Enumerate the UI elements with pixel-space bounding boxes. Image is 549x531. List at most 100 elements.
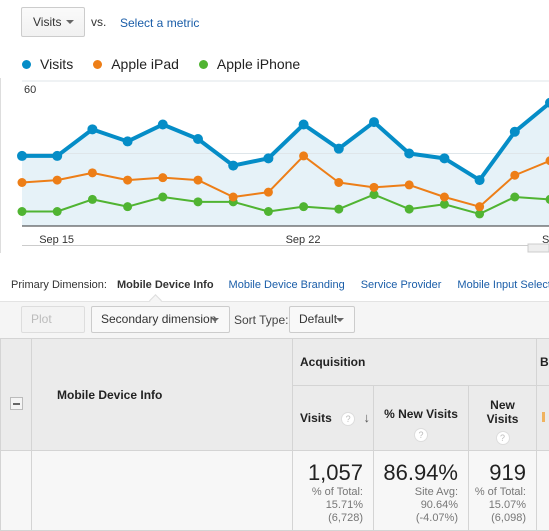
data-point-visits [193, 134, 203, 144]
summary-visits: 1,057 % of Total: 15.71% (6,728) [293, 451, 374, 531]
data-point-visits [439, 153, 449, 163]
data-point-visits [263, 153, 273, 163]
summary-sub: (6,728) [294, 512, 363, 525]
summary-behavior [537, 451, 549, 531]
chevron-down-icon [336, 318, 344, 322]
acquisition-group-header: Acquisition [293, 339, 537, 386]
data-point-visits [510, 127, 520, 137]
plot-rows-button[interactable]: Plot Rows [21, 306, 85, 333]
col-header-visits[interactable]: Visits ? ↓ [293, 386, 374, 451]
summary-value: 1,057 [294, 460, 363, 486]
summary-label-cell [32, 451, 293, 531]
data-point-apple-ipad [370, 183, 379, 192]
data-point-apple-ipad [123, 176, 132, 185]
data-point-apple-iphone [405, 205, 414, 214]
data-point-visits [87, 124, 97, 134]
chevron-down-icon [66, 20, 74, 24]
summary-new-visits: 919 % of Total: 15.07% (6,098) [469, 451, 537, 531]
line-chart: 3060Sep 15Sep 22Se [0, 78, 549, 253]
data-point-apple-ipad [158, 173, 167, 182]
collapse-cell [1, 339, 32, 451]
legend-item-apple-iphone[interactable]: Apple iPhone [199, 56, 300, 72]
legend-label: Apple iPad [111, 56, 179, 72]
data-point-apple-ipad [440, 193, 449, 202]
x-tick-label: Sep 15 [39, 234, 74, 246]
data-point-apple-iphone [18, 207, 27, 216]
col-header-new-visits[interactable]: New Visits ? [469, 386, 537, 451]
data-point-apple-ipad [88, 168, 97, 177]
data-point-apple-iphone [510, 193, 519, 202]
col-header-label: New Visits [483, 398, 523, 426]
sort-type-dropdown[interactable]: Default [289, 306, 355, 333]
data-point-apple-ipad [405, 180, 414, 189]
data-point-apple-ipad [18, 178, 27, 187]
data-point-visits [475, 175, 485, 185]
chart-legend: Visits Apple iPad Apple iPhone [22, 56, 320, 72]
dimension-link-mobile-device-branding[interactable]: Mobile Device Branding [229, 279, 345, 291]
data-point-apple-iphone [53, 207, 62, 216]
legend-item-apple-ipad[interactable]: Apple iPad [93, 56, 179, 72]
summary-sub: (-4.07%) [375, 512, 458, 525]
data-point-apple-ipad [510, 171, 519, 180]
data-point-visits [404, 149, 414, 159]
data-point-visits [299, 120, 309, 130]
data-point-apple-ipad [229, 193, 238, 202]
data-table: Mobile Device Info Acquisition B Visits … [0, 338, 549, 531]
summary-value: 919 [470, 460, 526, 486]
data-point-apple-ipad [299, 151, 308, 160]
primary-dimension-bar: Primary Dimension: Mobile Device Info Mo… [11, 279, 549, 291]
data-point-visits [52, 151, 62, 161]
secondary-dimension-dropdown[interactable]: Secondary dimension [91, 306, 230, 333]
select-metric-link[interactable]: Select a metric [120, 16, 199, 30]
data-point-apple-iphone [299, 202, 308, 211]
summary-sub: 15.07% [470, 499, 526, 512]
data-point-visits [334, 144, 344, 154]
legend-item-visits[interactable]: Visits [22, 56, 73, 72]
data-point-apple-iphone [264, 207, 273, 216]
data-point-apple-ipad [194, 176, 203, 185]
help-icon[interactable]: ? [341, 412, 355, 426]
dimension-link-mobile-input-selector[interactable]: Mobile Input Selector [457, 279, 549, 291]
legend-label: Visits [40, 56, 73, 72]
x-tick-label: Sep 22 [286, 234, 321, 246]
dimension-tab-mobile-device-info[interactable]: Mobile Device Info [117, 279, 214, 291]
data-point-visits [369, 117, 379, 127]
vs-label: vs. [91, 15, 106, 29]
chart-scrollbar[interactable] [528, 244, 549, 252]
behavior-col-header [537, 386, 549, 451]
summary-spacer [1, 451, 32, 531]
summary-sub: Site Avg: [375, 486, 458, 499]
legend-dot-icon [22, 60, 31, 69]
data-point-apple-iphone [194, 197, 203, 206]
summary-pct-new-visits: 86.94% Site Avg: 90.64% (-4.07%) [374, 451, 469, 531]
data-point-apple-ipad [334, 178, 343, 187]
legend-label: Apple iPhone [217, 56, 300, 72]
data-point-visits [228, 161, 238, 171]
col-header-label: % New Visits [375, 407, 467, 421]
series-area-visits [22, 103, 549, 226]
secondary-dimension-label: Secondary dimension [101, 312, 216, 326]
y-tick-label: 60 [24, 84, 36, 96]
help-icon[interactable]: ? [496, 431, 510, 445]
legend-dot-icon [93, 60, 102, 69]
sort-type-value: Default [299, 312, 337, 326]
summary-value: 86.94% [375, 460, 458, 486]
col-header-pct-new-visits[interactable]: % New Visits ? [374, 386, 469, 451]
collapse-icon[interactable] [10, 397, 23, 410]
sort-type-label: Sort Type: [234, 313, 288, 327]
behavior-group-header: B [537, 339, 549, 386]
dimension-link-service-provider[interactable]: Service Provider [361, 279, 442, 291]
summary-sub: 90.64% [375, 499, 458, 512]
data-point-apple-ipad [264, 188, 273, 197]
metric-dropdown[interactable]: Visits [21, 7, 85, 37]
summary-sub: % of Total: [470, 486, 526, 499]
summary-sub: 15.71% [294, 499, 363, 512]
data-point-visits [17, 151, 27, 161]
data-point-visits [123, 136, 133, 146]
help-icon[interactable]: ? [414, 428, 428, 442]
data-point-apple-iphone [158, 193, 167, 202]
behavior-bar-icon [542, 412, 545, 422]
data-point-apple-iphone [123, 202, 132, 211]
chevron-down-icon [211, 318, 219, 322]
legend-dot-icon [199, 60, 208, 69]
